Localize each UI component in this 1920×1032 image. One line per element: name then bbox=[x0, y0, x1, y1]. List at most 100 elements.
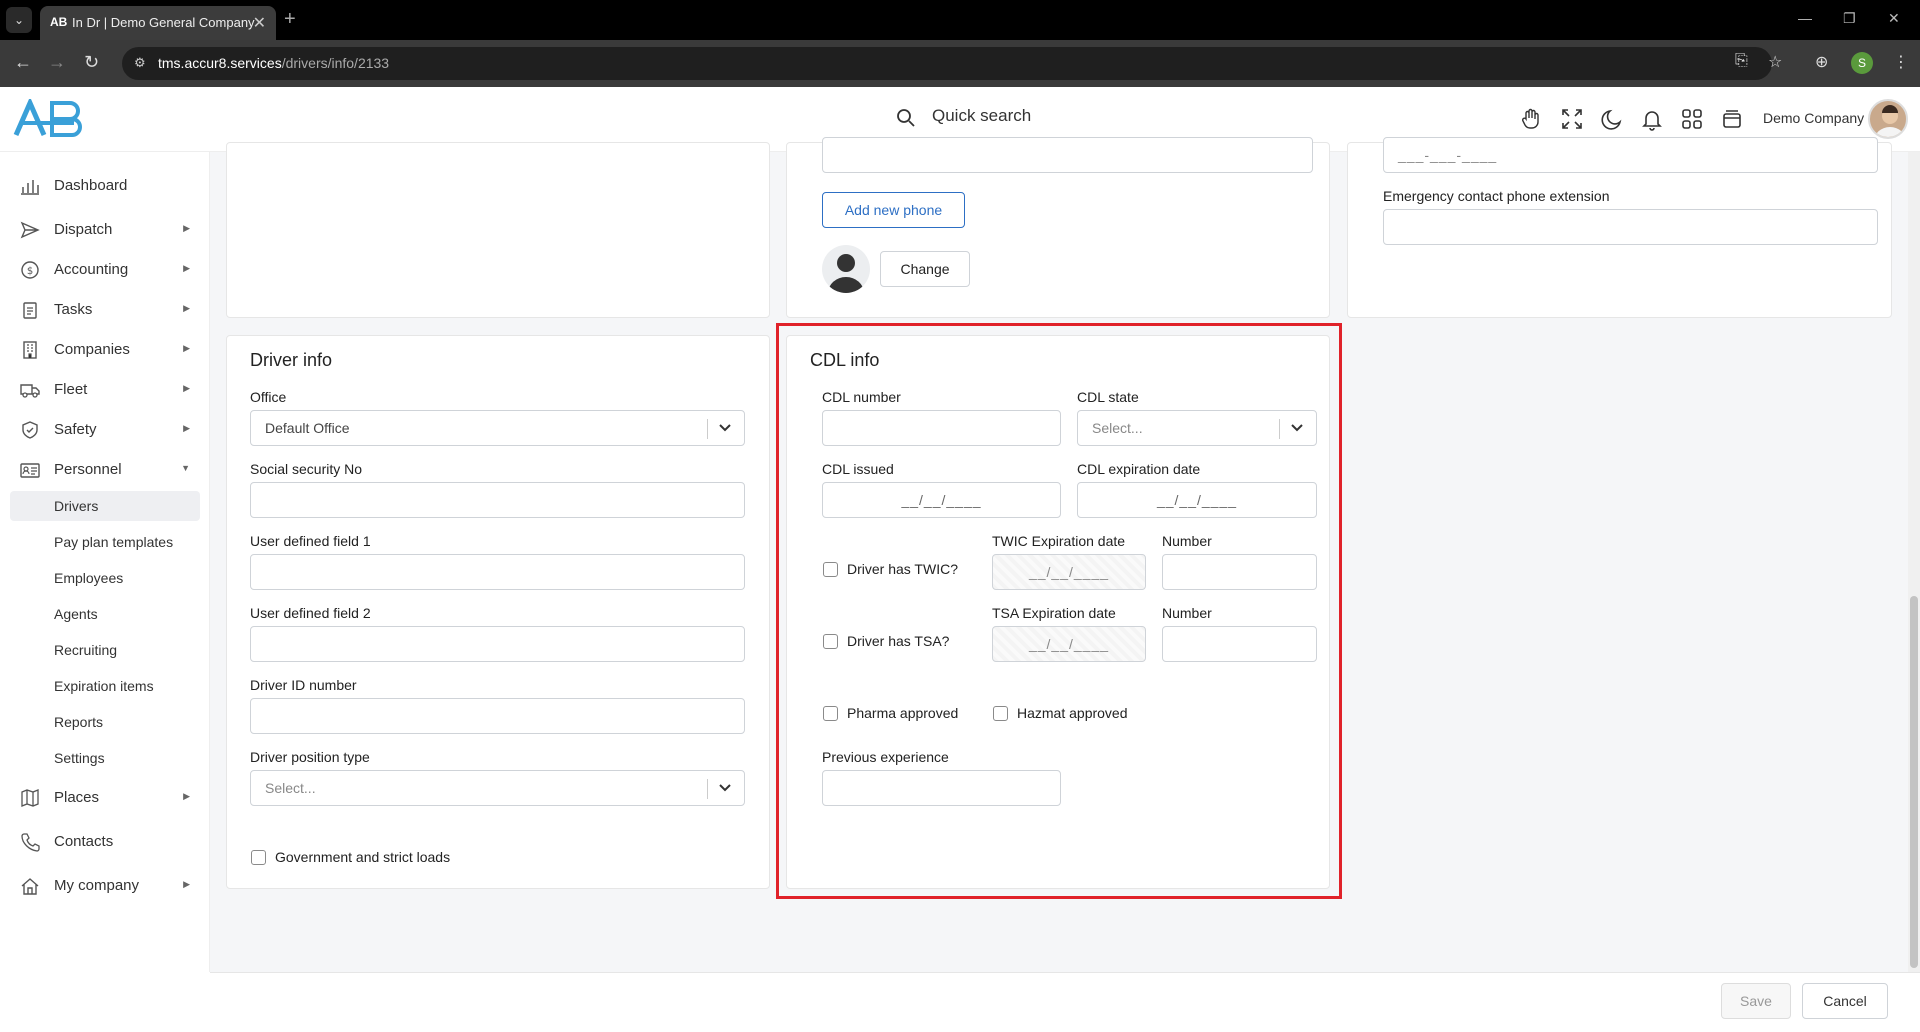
sidebar: Dashboard Dispatch ▶ $ Accounting ▶ Task… bbox=[0, 152, 210, 972]
expand-arrow-icon: ▶ bbox=[183, 791, 190, 801]
dark-mode-icon[interactable] bbox=[1600, 107, 1624, 131]
ssn-label: Social security No bbox=[250, 461, 363, 477]
new-tab-button[interactable]: + bbox=[284, 8, 296, 31]
sidebar-item-my-company[interactable]: My company ▶ bbox=[10, 869, 200, 903]
map-icon bbox=[21, 789, 39, 807]
expand-arrow-icon: ▶ bbox=[183, 423, 190, 433]
office-select[interactable]: Default Office bbox=[250, 410, 745, 446]
company-logo[interactable] bbox=[12, 99, 82, 139]
expand-arrow-icon: ▶ bbox=[183, 303, 190, 313]
sidebar-subitem-recruiting[interactable]: Recruiting bbox=[10, 635, 200, 665]
dollar-icon: $ bbox=[21, 261, 39, 279]
scrollbar-thumb[interactable] bbox=[1910, 596, 1918, 968]
gov-loads-label: Government and strict loads bbox=[275, 849, 451, 865]
phone-input[interactable] bbox=[822, 137, 1313, 173]
save-button[interactable]: Save bbox=[1721, 983, 1791, 1019]
forward-icon[interactable]: → bbox=[48, 52, 66, 73]
driver-info-title: Driver info bbox=[250, 350, 333, 370]
sidebar-subitem-reports[interactable]: Reports bbox=[10, 707, 200, 737]
cancel-button[interactable]: Cancel bbox=[1802, 983, 1888, 1019]
send-icon bbox=[20, 221, 40, 239]
tab-search-button[interactable]: ⌄ bbox=[6, 7, 32, 33]
archive-icon[interactable] bbox=[1720, 107, 1744, 131]
sidebar-item-label: Dispatch bbox=[54, 221, 113, 238]
driver-id-input[interactable] bbox=[250, 698, 745, 734]
select-separator bbox=[707, 779, 708, 799]
driver-id-label: Driver ID number bbox=[250, 677, 357, 693]
sidebar-subitem-agents[interactable]: Agents bbox=[10, 599, 200, 629]
person-icon bbox=[828, 254, 864, 293]
fullscreen-icon[interactable] bbox=[1560, 107, 1584, 131]
url-field[interactable]: ⚙ tms.accur8.services/drivers/info/2133 bbox=[122, 47, 1772, 80]
menu-kebab-icon[interactable]: ⋮ bbox=[1893, 52, 1909, 72]
minimize-icon[interactable]: — bbox=[1798, 10, 1812, 26]
add-new-phone-button[interactable]: Add new phone bbox=[822, 192, 965, 228]
close-window-icon[interactable]: ✕ bbox=[1888, 10, 1900, 27]
quick-search-label: Quick search bbox=[932, 106, 1032, 125]
udf2-input[interactable] bbox=[250, 626, 745, 662]
sidebar-item-dispatch[interactable]: Dispatch ▶ bbox=[10, 213, 200, 247]
sidebar-item-contacts[interactable]: Contacts bbox=[10, 825, 200, 859]
emergency-ext-input[interactable] bbox=[1383, 209, 1878, 245]
tab-close-icon[interactable]: ✕ bbox=[253, 13, 266, 33]
phone-icon bbox=[21, 833, 40, 852]
top-left-card bbox=[226, 142, 770, 318]
sidebar-subitem-label: Employees bbox=[54, 570, 124, 586]
reload-icon[interactable]: ↻ bbox=[84, 52, 99, 73]
sidebar-subitem-label: Settings bbox=[54, 750, 105, 766]
profile-avatar[interactable]: S bbox=[1851, 52, 1873, 74]
sidebar-item-tasks[interactable]: Tasks ▶ bbox=[10, 293, 200, 327]
apps-grid-icon[interactable] bbox=[1680, 107, 1704, 131]
sidebar-subitem-label: Agents bbox=[54, 606, 98, 622]
clipboard-icon bbox=[23, 302, 37, 319]
position-type-label: Driver position type bbox=[250, 749, 370, 765]
sidebar-item-fleet[interactable]: Fleet ▶ bbox=[10, 373, 200, 407]
sidebar-subitem-pay-plan-templates[interactable]: Pay plan templates bbox=[10, 527, 200, 557]
truck-icon bbox=[20, 384, 40, 398]
shield-icon bbox=[22, 421, 38, 439]
udf1-input[interactable] bbox=[250, 554, 745, 590]
company-name[interactable]: Demo Company bbox=[1763, 110, 1864, 126]
sidebar-item-dashboard[interactable]: Dashboard bbox=[10, 169, 200, 203]
user-avatar[interactable] bbox=[1868, 99, 1908, 139]
sidebar-item-personnel[interactable]: Personnel ▼ bbox=[10, 453, 200, 487]
bookmark-star-icon[interactable]: ☆ bbox=[1768, 52, 1782, 72]
restore-icon[interactable]: ❐ bbox=[1843, 10, 1856, 27]
sidebar-item-label: Fleet bbox=[54, 381, 88, 398]
sidebar-item-accounting[interactable]: $ Accounting ▶ bbox=[10, 253, 200, 287]
download-icon[interactable]: ⊕ bbox=[1815, 52, 1828, 72]
sidebar-subitem-label: Pay plan templates bbox=[54, 534, 174, 550]
gov-loads-checkbox[interactable] bbox=[251, 850, 266, 865]
change-photo-button[interactable]: Change bbox=[880, 251, 970, 287]
sidebar-item-label: Personnel bbox=[54, 461, 122, 478]
tab-title: In Dr | Demo General Company bbox=[72, 15, 255, 30]
sidebar-subitem-expiration-items[interactable]: Expiration items bbox=[10, 671, 200, 701]
udf1-label: User defined field 1 bbox=[250, 533, 371, 549]
position-type-select[interactable]: Select... bbox=[250, 770, 745, 806]
emergency-phone-input[interactable]: ___-___-____ bbox=[1383, 137, 1878, 173]
ssn-input[interactable] bbox=[250, 482, 745, 518]
scrollbar[interactable] bbox=[1908, 152, 1920, 972]
search-icon bbox=[897, 109, 915, 127]
sidebar-item-safety[interactable]: Safety ▶ bbox=[10, 413, 200, 447]
chevron-down-icon bbox=[719, 784, 731, 792]
sidebar-subitem-label: Expiration items bbox=[54, 678, 154, 694]
sidebar-subitem-label: Recruiting bbox=[54, 642, 118, 658]
expand-arrow-icon: ▶ bbox=[183, 383, 190, 393]
emergency-ext-label: Emergency contact phone extension bbox=[1383, 188, 1610, 204]
select-separator bbox=[707, 419, 708, 439]
sidebar-subitem-employees[interactable]: Employees bbox=[10, 563, 200, 593]
bell-icon[interactable] bbox=[1640, 107, 1664, 131]
hand-icon[interactable] bbox=[1519, 107, 1543, 131]
sidebar-subitem-settings[interactable]: Settings bbox=[10, 743, 200, 773]
driver-info-card: Driver info Office Default Office Social… bbox=[226, 335, 770, 889]
site-info-icon[interactable]: ⚙ bbox=[134, 55, 146, 71]
sidebar-item-label: Safety bbox=[54, 421, 97, 438]
sidebar-subitem-drivers[interactable]: Drivers bbox=[10, 491, 200, 521]
sidebar-item-label: Companies bbox=[54, 341, 130, 358]
sidebar-item-places[interactable]: Places ▶ bbox=[10, 781, 200, 815]
sidebar-item-companies[interactable]: Companies ▶ bbox=[10, 333, 200, 367]
back-icon[interactable]: ← bbox=[14, 52, 32, 73]
browser-tab[interactable]: AB In Dr | Demo General Company ✕ bbox=[40, 6, 276, 40]
install-app-icon[interactable]: ⎘ bbox=[1735, 52, 1748, 70]
